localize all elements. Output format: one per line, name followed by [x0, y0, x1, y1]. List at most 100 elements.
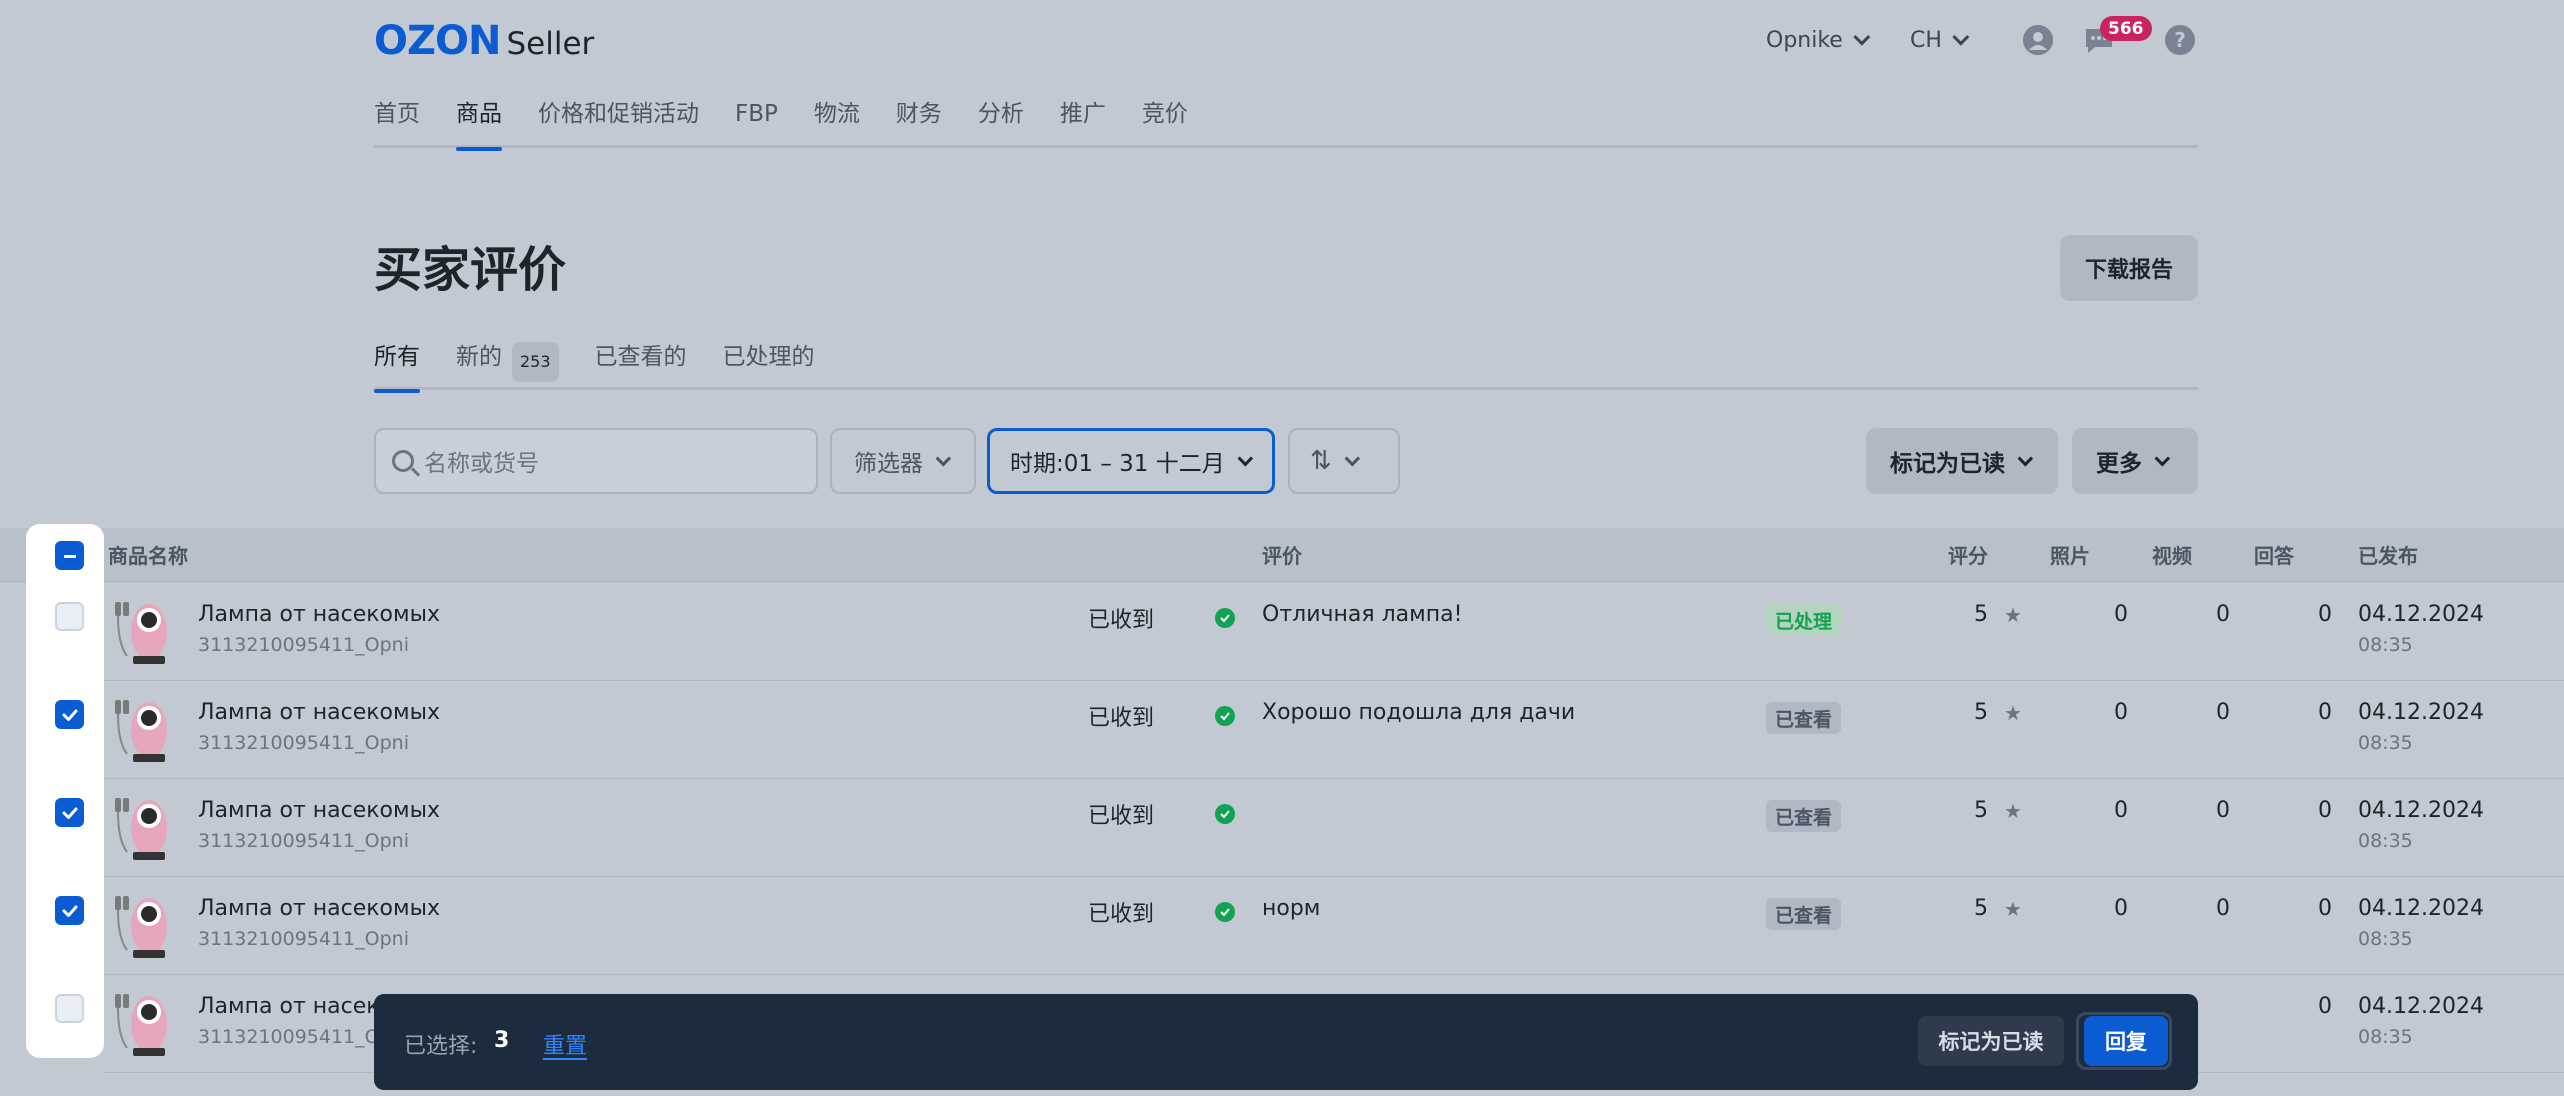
mark-as-read-button[interactable]: 标记为已读: [1918, 1016, 2064, 1066]
product-thumbnail[interactable]: [113, 692, 171, 764]
more-label: 更多: [2096, 451, 2142, 477]
answers-count: 0: [2318, 700, 2332, 725]
mark-as-read-dropdown[interactable]: 标记为已读: [1866, 428, 2058, 494]
review-text[interactable]: Отличная лампа!: [1262, 602, 1462, 627]
published-time: 08:35: [2358, 830, 2413, 852]
row-divider: [104, 778, 2564, 779]
logo-product: Seller: [506, 26, 595, 62]
published-date: 04.12.2024: [2358, 896, 2484, 921]
page-title: 买家评价: [374, 242, 567, 298]
published-date: 04.12.2024: [2358, 994, 2484, 1019]
nav-item-finance[interactable]: 财务: [896, 96, 942, 148]
tab-viewed-label: 已查看的: [594, 344, 687, 370]
minus-icon: [63, 554, 76, 558]
column-header-product: 商品名称: [108, 544, 188, 568]
product-sku: 3113210095411_Opni: [198, 634, 409, 656]
select-all-checkbox[interactable]: [55, 541, 84, 570]
review-status-badge: 已查看: [1766, 898, 1842, 930]
product-name[interactable]: Лампа от насекомых: [198, 896, 440, 921]
chevron-down-icon: [2017, 450, 2034, 466]
tab-processed[interactable]: 已处理的: [723, 340, 815, 390]
chevron-down-icon: [935, 450, 952, 466]
row-divider: [104, 876, 2564, 877]
rating-value: 5: [1974, 700, 1988, 725]
review-text[interactable]: Хорошо подошла для дачи: [1262, 700, 1575, 725]
star-icon: ★: [2004, 897, 2022, 921]
filter-dropdown[interactable]: 筛选器: [830, 428, 976, 494]
published-date: 04.12.2024: [2358, 602, 2484, 627]
nav-item-home[interactable]: 首页: [374, 96, 420, 148]
account-name: Opnike: [1766, 27, 1843, 53]
photos-count: 0: [2114, 700, 2128, 725]
nav-item-bidding[interactable]: 竞价: [1142, 96, 1188, 148]
logo-brand: OZON: [374, 18, 501, 64]
column-header-review: 评价: [1262, 544, 1302, 568]
answers-count: 0: [2318, 798, 2332, 823]
user-profile-icon[interactable]: [2023, 25, 2053, 55]
nav-item-pricing-promotions[interactable]: 价格和促销活动: [538, 96, 699, 148]
language-code: CH: [1910, 27, 1942, 53]
tab-viewed[interactable]: 已查看的: [595, 340, 687, 390]
period-dropdown[interactable]: 时期:01 – 31 十二月: [987, 428, 1275, 494]
nav-item-promotion[interactable]: 推广: [1060, 96, 1106, 148]
chevron-down-icon: [1344, 450, 1360, 466]
product-sku: 3113210095411_Opni: [198, 732, 409, 754]
nav-item-logistics[interactable]: 物流: [814, 96, 860, 148]
messages-count-badge: 566: [2100, 16, 2152, 41]
product-thumbnail[interactable]: [113, 986, 171, 1058]
review-text[interactable]: норм: [1262, 896, 1320, 921]
row-checkbox[interactable]: [55, 896, 84, 925]
videos-count: 0: [2216, 798, 2230, 823]
row-checkbox[interactable]: [55, 700, 84, 729]
tab-processed-label: 已处理的: [722, 344, 815, 370]
row-checkbox[interactable]: [55, 602, 84, 631]
ozon-seller-logo[interactable]: OZON Seller: [374, 18, 594, 64]
nav-item-products[interactable]: 商品: [456, 96, 502, 151]
column-header-answers[interactable]: 回答: [2254, 540, 2294, 569]
product-name[interactable]: Лампа от насекомых: [198, 798, 440, 823]
selected-label: 已选择:: [404, 1034, 478, 1059]
column-header-published[interactable]: 已发布: [2358, 540, 2418, 569]
help-icon[interactable]: ?: [2165, 25, 2195, 55]
product-name[interactable]: Лампа от насекомых: [198, 700, 440, 725]
column-header-rating[interactable]: 评分: [1948, 540, 1988, 569]
product-thumbnail[interactable]: [113, 888, 171, 960]
delivered-check-icon: [1215, 902, 1235, 922]
download-report-button[interactable]: 下载报告: [2060, 235, 2198, 301]
videos-count: 0: [2216, 602, 2230, 627]
product-thumbnail[interactable]: [113, 594, 171, 666]
review-status-badge: 已查看: [1766, 702, 1842, 734]
column-header-videos[interactable]: 视频: [2152, 540, 2192, 569]
product-thumbnail[interactable]: [113, 790, 171, 862]
sort-dropdown[interactable]: ⇅: [1288, 428, 1400, 494]
mark-read-label: 标记为已读: [1890, 451, 2005, 477]
reset-selection-link[interactable]: 重置: [543, 1028, 587, 1060]
photos-count: 0: [2114, 896, 2128, 921]
account-dropdown[interactable]: Opnike: [1766, 22, 1871, 58]
tab-all[interactable]: 所有: [374, 340, 420, 393]
tab-new-count-badge: 253: [512, 342, 559, 382]
search-icon: [392, 450, 414, 472]
language-dropdown[interactable]: CH: [1910, 22, 1970, 58]
tab-new[interactable]: 新的 253: [456, 340, 559, 390]
nav-item-fbp[interactable]: FBP: [735, 96, 778, 148]
photos-count: 0: [2114, 798, 2128, 823]
row-checkbox[interactable]: [55, 994, 84, 1023]
photos-count: 0: [2114, 602, 2128, 627]
more-dropdown[interactable]: 更多: [2072, 428, 2198, 494]
search-input[interactable]: 名称或货号: [374, 428, 818, 494]
published-date: 04.12.2024: [2358, 798, 2484, 823]
product-name[interactable]: Лампа от насекомых: [198, 602, 440, 627]
column-header-photos[interactable]: 照片: [2050, 540, 2090, 569]
rating-value: 5: [1974, 896, 1988, 921]
reply-button[interactable]: 回复: [2084, 1016, 2168, 1066]
rating-value: 5: [1974, 602, 1988, 627]
delivery-status: 已收到: [1088, 804, 1155, 829]
nav-item-analytics[interactable]: 分析: [978, 96, 1024, 148]
check-icon: [62, 709, 77, 721]
row-divider: [104, 680, 2564, 681]
search-placeholder: 名称或货号: [424, 451, 539, 477]
row-checkbox[interactable]: [55, 798, 84, 827]
answers-count: 0: [2318, 896, 2332, 921]
delivery-status: 已收到: [1088, 706, 1155, 731]
